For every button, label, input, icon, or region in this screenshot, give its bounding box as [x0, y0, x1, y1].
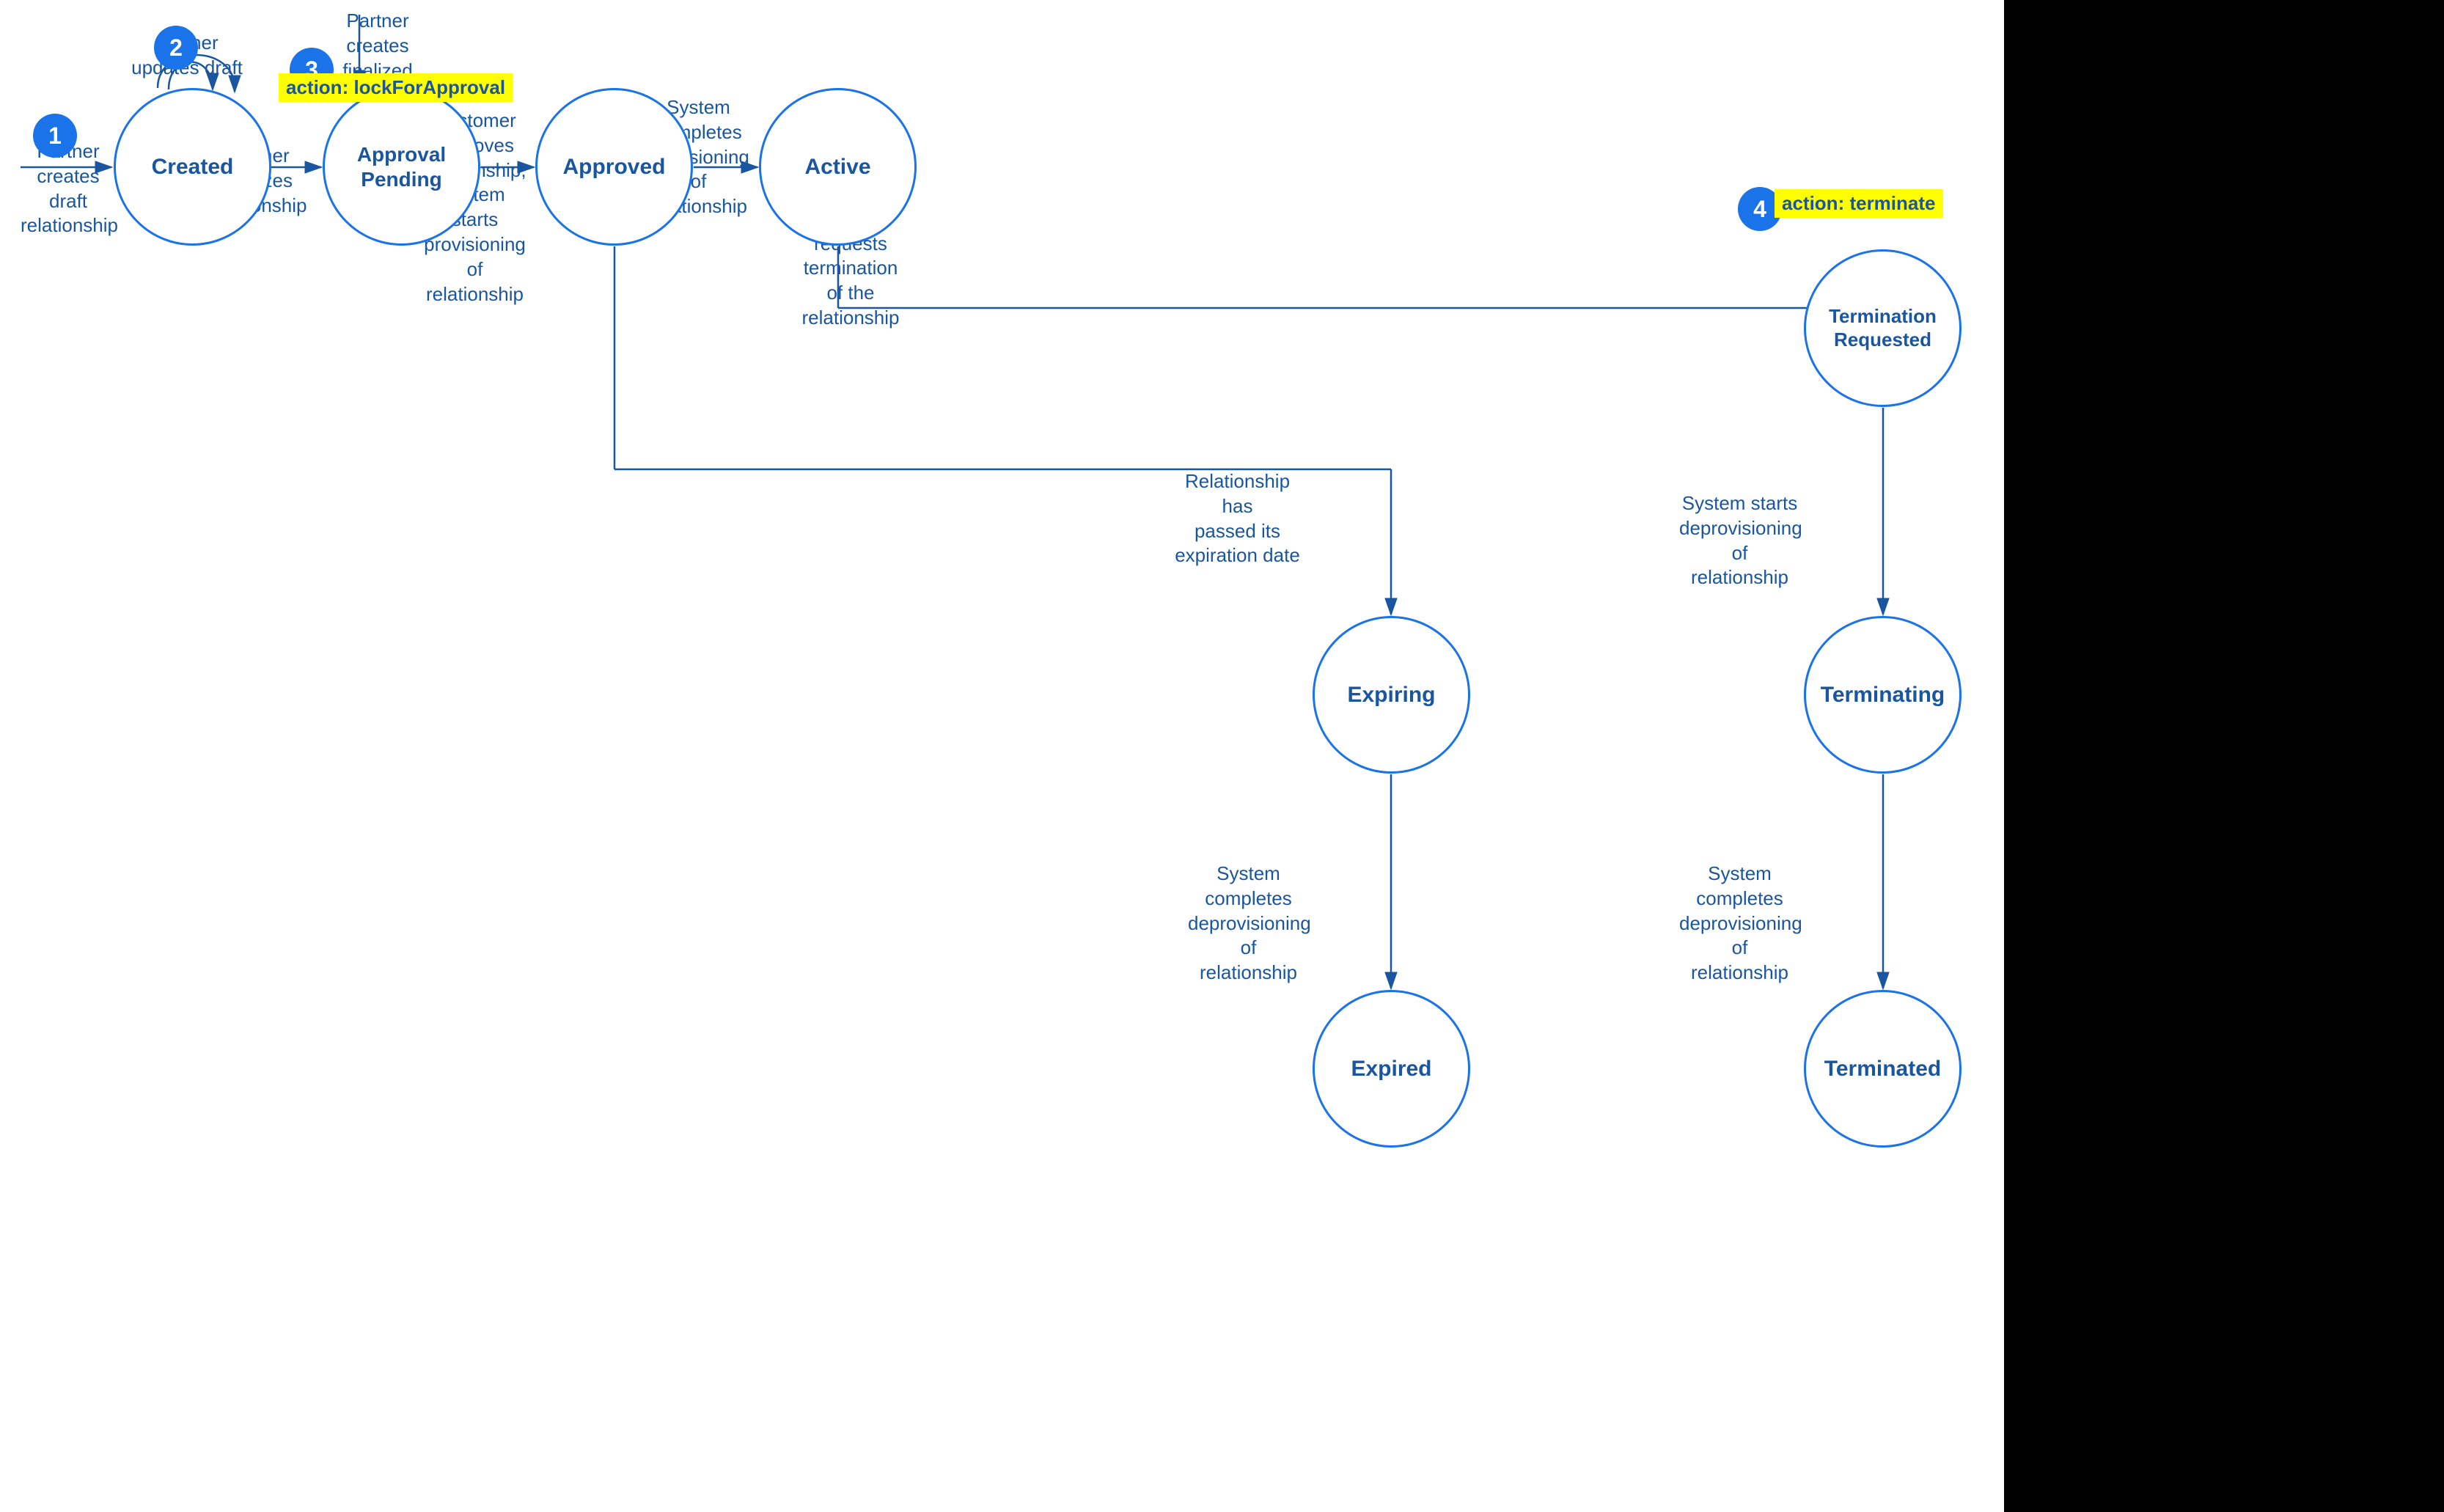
- step-badge-2: 2: [154, 26, 198, 70]
- black-panel: [2004, 0, 2444, 1512]
- state-expiring: Expiring: [1313, 616, 1470, 774]
- state-terminating: Terminating: [1804, 616, 1962, 774]
- text-system-completes-deprovisioning-terminating: System completesdeprovisioning ofrelatio…: [1679, 862, 1800, 986]
- state-approval-pending: ApprovalPending: [323, 88, 480, 246]
- action-terminate: action: terminate: [1775, 189, 1943, 218]
- state-expired: Expired: [1313, 990, 1470, 1148]
- state-approved: Approved: [535, 88, 693, 246]
- diagram-container: 1 2 3 4 Created ApprovalPending Approved…: [0, 0, 2444, 1512]
- step-badge-1: 1: [33, 114, 77, 158]
- state-active: Active: [759, 88, 917, 246]
- text-system-starts-deprovisioning: System startsdeprovisioning ofrelationsh…: [1679, 491, 1800, 590]
- state-created: Created: [114, 88, 271, 246]
- state-terminated: Terminated: [1804, 990, 1962, 1148]
- text-partner-creates-draft: Partner createsdraft relationship: [21, 139, 116, 238]
- text-relationship-passed-expiration: Relationship haspassed itsexpiration dat…: [1173, 469, 1302, 568]
- state-termination-requested: TerminationRequested: [1804, 249, 1962, 407]
- text-system-completes-deprovisioning-expiring: System completesdeprovisioning ofrelatio…: [1188, 862, 1309, 986]
- action-lock-for-approval: action: lockForApproval: [279, 73, 513, 102]
